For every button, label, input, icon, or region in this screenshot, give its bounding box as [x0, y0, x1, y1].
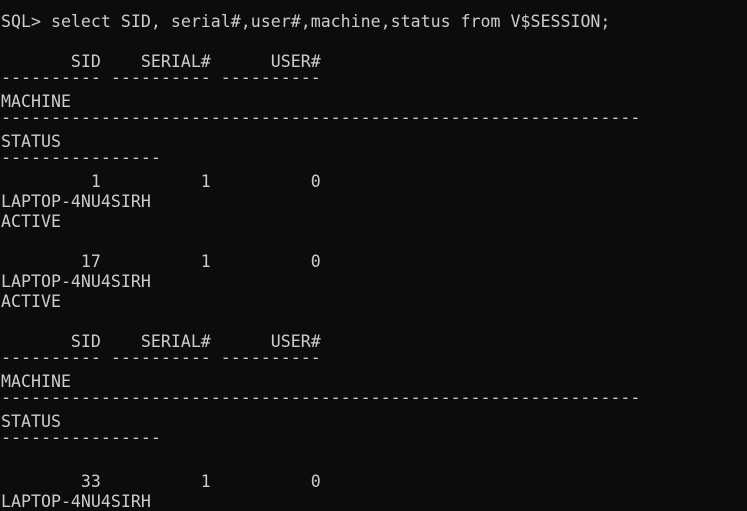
result-row-values: 17 1 0: [1, 252, 321, 271]
terminal-console[interactable]: SQL> select SID, serial#,user#,machine,s…: [0, 0, 747, 511]
result-row-status: ACTIVE: [1, 212, 61, 231]
result-row-values: 33 1 0: [1, 472, 321, 491]
machine-underline: ----------------------------------------…: [1, 108, 641, 127]
result-row-machine: LAPTOP-4NU4SIRH: [1, 492, 151, 511]
machine-underline: ----------------------------------------…: [1, 388, 641, 407]
result-row-machine: LAPTOP-4NU4SIRH: [1, 192, 151, 211]
result-row-status: ACTIVE: [1, 292, 61, 311]
column-underline: ---------- ---------- ----------: [1, 348, 321, 367]
result-row-values: 1 1 0: [1, 172, 321, 191]
status-underline: ----------------: [1, 148, 161, 167]
column-underline: ---------- ---------- ----------: [1, 68, 321, 87]
command-line: SQL> select SID, serial#,user#,machine,s…: [1, 12, 610, 32]
sql-prompt: SQL>: [1, 12, 51, 31]
status-underline: ----------------: [1, 428, 161, 447]
sql-command: select SID, serial#,user#,machine,status…: [50, 12, 611, 31]
result-row-machine: LAPTOP-4NU4SIRH: [1, 272, 151, 291]
